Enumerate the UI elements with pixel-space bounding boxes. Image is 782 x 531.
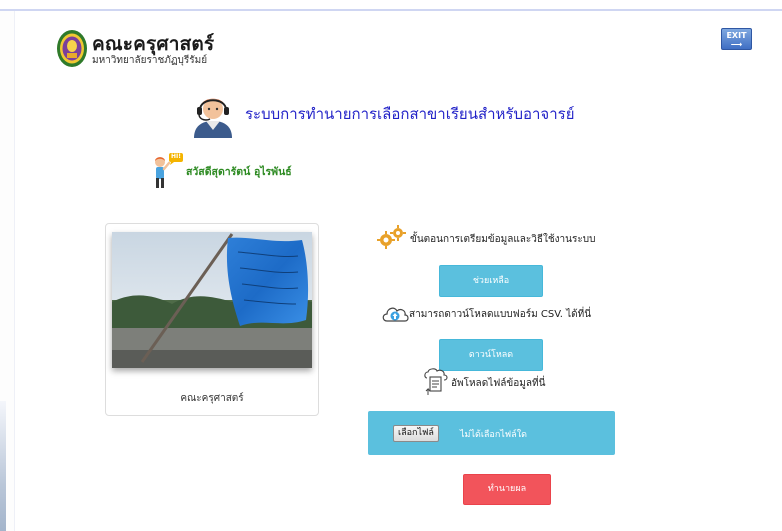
left-edge-panel bbox=[0, 11, 15, 531]
brand-subtitle: มหาวิทยาลัยราชภัฏบุรีรัมย์ bbox=[92, 55, 208, 66]
waving-person-icon: HI! bbox=[150, 153, 184, 189]
hi-badge-label: HI! bbox=[171, 153, 181, 160]
predict-button[interactable]: ทำนายผล bbox=[463, 474, 551, 505]
download-button[interactable]: ดาวน์โหลด bbox=[439, 339, 543, 371]
file-status-text: ไม่ได้เลือกไฟล์ใด bbox=[460, 430, 527, 440]
top-divider bbox=[0, 9, 782, 11]
file-upload-panel: เลือกไฟล์ ไม่ได้เลือกไฟล์ใด bbox=[368, 411, 615, 455]
user-greeting: สวัสดีสุดารัตน์ อุไรพันธ์ bbox=[186, 166, 292, 178]
choose-file-button[interactable]: เลือกไฟล์ bbox=[393, 425, 439, 442]
steps-text: ขั้นตอนการเตรียมข้อมูลและวิธีใช้งานระบบ bbox=[410, 234, 596, 245]
faculty-image-card: คณะครุศาสตร์ bbox=[105, 223, 319, 416]
call-center-agent-icon bbox=[188, 88, 238, 138]
card-caption: คณะครุศาสตร์ bbox=[180, 393, 244, 404]
document-upload-icon bbox=[424, 368, 448, 396]
upload-file-text: อัพโหลดไฟล์ข้อมูลที่นี่ bbox=[451, 378, 546, 389]
cloud-upload-icon bbox=[381, 303, 409, 323]
help-button[interactable]: ช่วยเหลือ bbox=[439, 265, 543, 297]
exit-label: EXIT bbox=[726, 31, 747, 40]
exit-button[interactable]: EXIT ⟶ bbox=[721, 28, 752, 50]
page: คณะครุศาสตร์ มหาวิทยาลัยราชภัฏบุรีรัมย์ … bbox=[0, 0, 782, 531]
faculty-seal-icon bbox=[56, 29, 88, 68]
system-title: ระบบการทำนายการเลือกสาขาเรียนสำหรับอาจาร… bbox=[245, 105, 575, 123]
faculty-flag-photo bbox=[112, 232, 312, 368]
download-form-text: สามารถดาวน์โหลดแบบฟอร์ม CSV. ได้ที่นี่ bbox=[409, 309, 592, 320]
exit-icon: ⟶ bbox=[730, 40, 743, 49]
left-edge-strip bbox=[0, 401, 6, 531]
gears-icon bbox=[377, 225, 407, 249]
